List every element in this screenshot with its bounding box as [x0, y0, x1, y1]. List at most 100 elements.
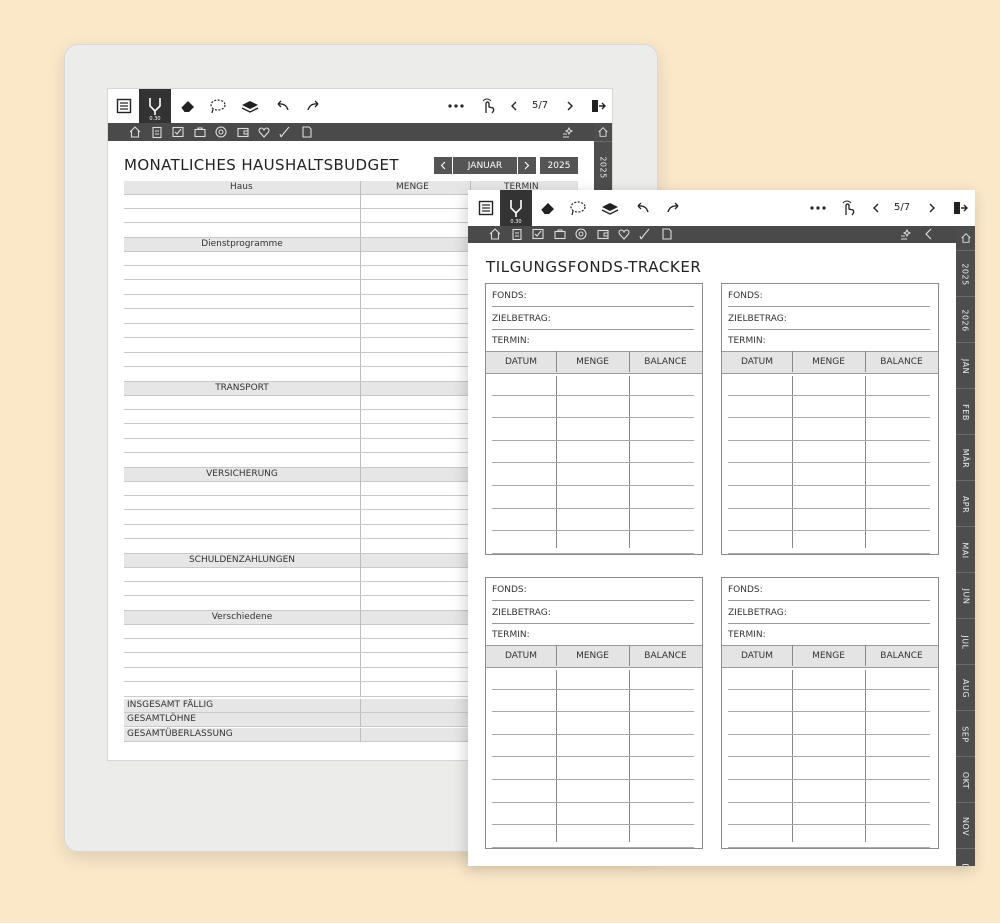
tab-nov[interactable]: NOV: [956, 802, 975, 849]
pen-tool-button[interactable]: 0.30: [500, 190, 532, 226]
fund-field[interactable]: FONDS:: [492, 578, 694, 601]
table-row[interactable]: [728, 801, 930, 803]
tab-2026[interactable]: 2026: [956, 296, 975, 343]
prev-month-button[interactable]: [434, 157, 452, 174]
fund-field[interactable]: ZIELBETRAG:: [728, 601, 930, 624]
note-icon[interactable]: [300, 125, 314, 139]
more-options-icon[interactable]: [804, 190, 832, 226]
fund-field[interactable]: ZIELBETRAG:: [492, 307, 694, 330]
home-icon[interactable]: [488, 227, 502, 241]
next-page-icon[interactable]: [922, 190, 942, 226]
wallet-icon[interactable]: [596, 227, 610, 241]
exit-icon[interactable]: [946, 190, 974, 226]
tab-apr[interactable]: APR: [956, 480, 975, 527]
tab-jul[interactable]: JUL: [956, 618, 975, 665]
fund-field[interactable]: FONDS:: [492, 284, 694, 307]
eraser-icon[interactable]: [534, 190, 562, 226]
brush-icon[interactable]: [638, 227, 652, 241]
lasso-icon[interactable]: [564, 190, 592, 226]
table-row[interactable]: [492, 688, 694, 690]
sparkle-calendar-icon[interactable]: [560, 125, 574, 139]
table-row[interactable]: [492, 801, 694, 803]
tab-year[interactable]: 2025: [594, 141, 612, 192]
fund-field[interactable]: ZIELBETRAG:: [492, 601, 694, 624]
tab-home[interactable]: [956, 226, 975, 250]
table-row[interactable]: [728, 779, 930, 780]
clipboard-icon[interactable]: [150, 125, 164, 139]
table-row[interactable]: [728, 733, 930, 735]
table-row[interactable]: [728, 485, 930, 486]
checkbox-icon[interactable]: [171, 125, 185, 139]
tab-sep[interactable]: SEP: [956, 710, 975, 757]
tab-jan[interactable]: JAN: [956, 342, 975, 389]
table-row[interactable]: [728, 530, 930, 532]
table-row[interactable]: [492, 846, 694, 848]
heart-icon[interactable]: [617, 227, 631, 241]
table-row[interactable]: [492, 417, 694, 419]
fund-field[interactable]: TERMIN:: [492, 623, 694, 646]
back-chevron-icon[interactable]: [922, 227, 936, 241]
undo-icon[interactable]: [628, 190, 656, 226]
table-row[interactable]: [492, 779, 694, 780]
eraser-icon[interactable]: [174, 89, 202, 123]
prev-page-icon[interactable]: [504, 89, 524, 123]
pen-tool-button[interactable]: 0.30: [139, 89, 171, 123]
touch-toggle-icon[interactable]: [834, 190, 862, 226]
tab-aug[interactable]: AUG: [956, 664, 975, 711]
briefcase-icon[interactable]: [553, 227, 567, 241]
fund-field[interactable]: FONDS:: [728, 284, 930, 307]
next-page-icon[interactable]: [560, 89, 580, 123]
table-row[interactable]: [492, 439, 694, 441]
next-month-button[interactable]: [518, 157, 536, 174]
tab-mai[interactable]: MAI: [956, 526, 975, 573]
wallet-icon[interactable]: [236, 125, 250, 139]
table-row[interactable]: [728, 711, 930, 713]
brush-icon[interactable]: [278, 125, 292, 139]
table-row[interactable]: [492, 394, 694, 396]
note-icon[interactable]: [660, 227, 674, 241]
lasso-icon[interactable]: [204, 89, 232, 123]
table-row[interactable]: [728, 756, 930, 758]
fund-field[interactable]: FONDS:: [728, 578, 930, 601]
month-selector[interactable]: JANUAR: [453, 157, 517, 174]
heart-icon[interactable]: [257, 125, 271, 139]
target-icon[interactable]: [214, 125, 228, 139]
page-indicator[interactable]: 5/7: [532, 100, 548, 111]
touch-toggle-icon[interactable]: [474, 89, 502, 123]
exit-icon[interactable]: [584, 89, 612, 123]
table-row[interactable]: [728, 824, 930, 826]
toc-icon[interactable]: [472, 190, 500, 226]
briefcase-icon[interactable]: [193, 125, 207, 139]
toc-icon[interactable]: [110, 89, 138, 123]
table-row[interactable]: [492, 711, 694, 713]
table-row[interactable]: [728, 552, 930, 554]
table-row[interactable]: [492, 485, 694, 486]
tab-jun[interactable]: JUN: [956, 572, 975, 619]
tab-okt[interactable]: OKT: [956, 756, 975, 803]
table-row[interactable]: [728, 688, 930, 690]
fund-field[interactable]: TERMIN:: [492, 329, 694, 352]
redo-icon[interactable]: [660, 190, 688, 226]
page-indicator[interactable]: 5/7: [894, 202, 910, 213]
table-row[interactable]: [492, 530, 694, 532]
table-row[interactable]: [728, 417, 930, 419]
sparkle-calendar-icon[interactable]: [898, 227, 912, 241]
layers-icon[interactable]: [596, 190, 624, 226]
tab-mär[interactable]: MÄR: [956, 434, 975, 481]
table-row[interactable]: [492, 462, 694, 464]
tab-dez[interactable]: DEZ: [956, 848, 975, 866]
home-icon[interactable]: [128, 125, 142, 139]
more-options-icon[interactable]: [442, 89, 470, 123]
fund-field[interactable]: TERMIN:: [728, 329, 930, 352]
table-row[interactable]: [728, 394, 930, 396]
table-row[interactable]: [492, 824, 694, 826]
prev-page-icon[interactable]: [866, 190, 886, 226]
table-row[interactable]: [728, 439, 930, 441]
layers-icon[interactable]: [236, 89, 264, 123]
tab-2025[interactable]: 2025: [956, 250, 975, 297]
table-row[interactable]: [728, 507, 930, 509]
table-row[interactable]: [492, 507, 694, 509]
table-row[interactable]: [492, 552, 694, 554]
table-row[interactable]: [728, 846, 930, 848]
year-selector[interactable]: 2025: [540, 157, 578, 174]
